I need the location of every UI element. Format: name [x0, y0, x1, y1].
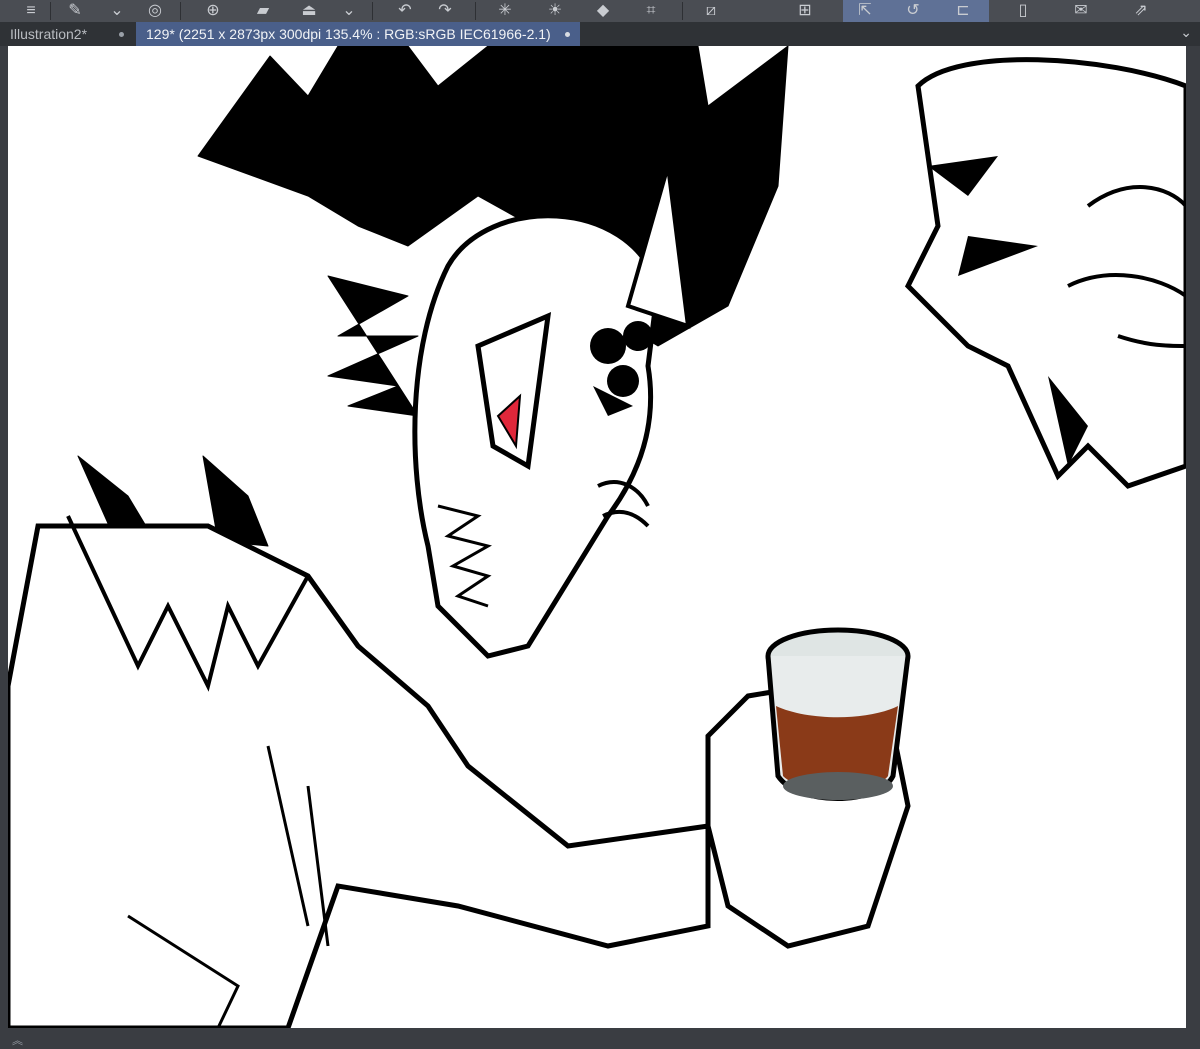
toolbar: ≡ ✎ ⌄ ◎ ⊕ ▰ ⏏ ⌄ ↶ ↷ ✳ ☀ ◆ ⌗ ⧄ ⊞ ⇱ ↺ ⊏ ▯ … [0, 0, 1200, 22]
loading-icon[interactable]: ✳ [490, 0, 520, 22]
select-icon[interactable]: ⇱ [850, 0, 880, 22]
close-dot-icon[interactable] [119, 32, 124, 37]
second-character [904, 57, 1186, 489]
pen-icon[interactable]: ✎ [60, 0, 90, 22]
face-outline [412, 213, 661, 659]
toolbar-separator [180, 2, 181, 20]
grid-icon[interactable]: ⊞ [790, 0, 820, 22]
document-tab-bar: Illustration2* 129* (2251 x 2873px 300dp… [0, 22, 1200, 46]
crop-icon[interactable]: ⌗ [636, 0, 666, 22]
right-scroll-area[interactable] [1186, 46, 1200, 1028]
lineart-illustration [8, 46, 1186, 1028]
tab-label: Illustration2* [10, 26, 88, 42]
stamp-icon[interactable]: ⏏ [294, 0, 324, 22]
toolbar-separator [682, 2, 683, 20]
tab-label: 129* (2251 x 2873px 300dpi 135.4% : RGB:… [146, 26, 551, 42]
toolbar-separator [50, 2, 51, 20]
device-icon[interactable]: ▯ [1008, 0, 1038, 22]
chevron-down-icon[interactable]: ⌄ [102, 0, 132, 22]
side-spikes [327, 275, 419, 417]
lasso-icon[interactable]: ↺ [898, 0, 928, 22]
collapse-handle-icon[interactable]: ︽ [12, 1032, 23, 1048]
redo-icon[interactable]: ↷ [430, 0, 460, 22]
toolbar-separator [475, 2, 476, 20]
glass [765, 627, 911, 801]
brightness-icon[interactable]: ☀ [540, 0, 570, 22]
share-icon[interactable]: ⇗ [1126, 0, 1156, 22]
tab-illustration2[interactable]: Illustration2* [0, 22, 134, 46]
transparent-icon[interactable]: ⧄ [696, 0, 726, 22]
tag-icon[interactable]: ◆ [588, 0, 618, 22]
close-dot-icon[interactable] [565, 32, 570, 37]
undo-icon[interactable]: ↶ [390, 0, 420, 22]
drawing-canvas[interactable] [8, 46, 1186, 1028]
chat-icon[interactable]: ✉ [1066, 0, 1096, 22]
new-layer-icon[interactable]: ⊕ [198, 0, 228, 22]
toolbar-separator [372, 2, 373, 20]
chevron-down-icon[interactable]: ⌄ [1180, 24, 1192, 41]
status-bar: ︽ [0, 1028, 1200, 1049]
tab-129[interactable]: 129* (2251 x 2873px 300dpi 135.4% : RGB:… [136, 22, 580, 46]
ruler-icon[interactable]: ⊏ [948, 0, 978, 22]
layer-icon[interactable]: ◎ [140, 0, 170, 22]
menu-icon[interactable]: ≡ [16, 0, 46, 22]
jacket [8, 523, 711, 1028]
chevron-down-icon[interactable]: ⌄ [334, 0, 364, 22]
fill-icon[interactable]: ▰ [248, 0, 278, 22]
